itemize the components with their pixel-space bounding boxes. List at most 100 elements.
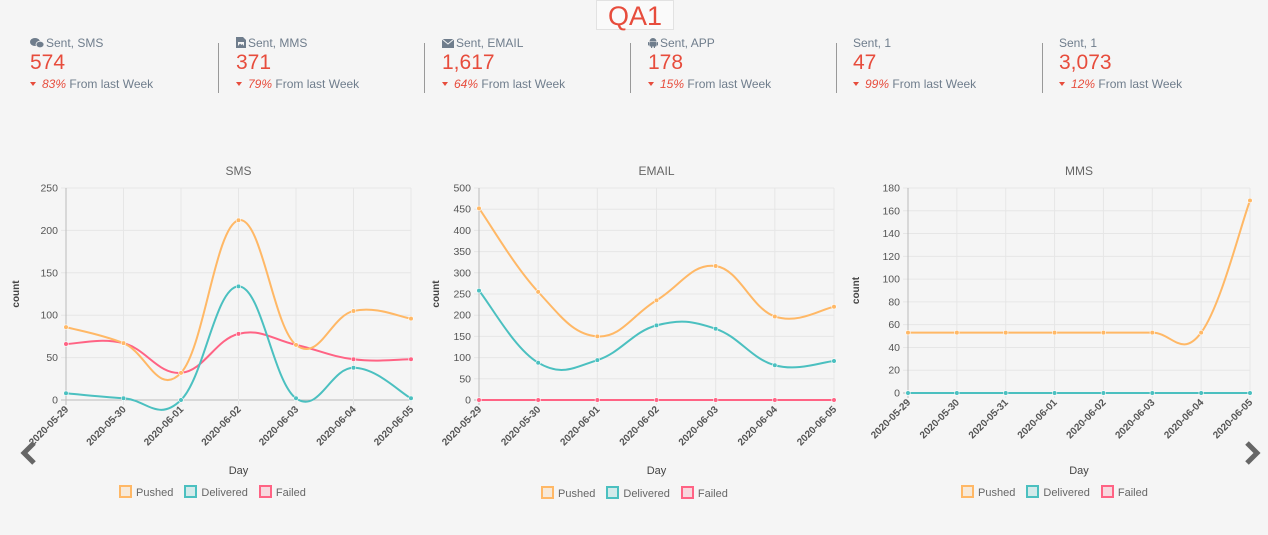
legend-item-delivered[interactable]: Delivered [606, 486, 670, 500]
data-point[interactable] [594, 397, 600, 403]
data-point[interactable] [1051, 330, 1058, 336]
data-point[interactable] [713, 263, 719, 269]
data-point[interactable] [408, 356, 414, 362]
data-point[interactable] [476, 288, 482, 294]
data-point[interactable] [235, 331, 242, 337]
data-point[interactable] [1100, 390, 1107, 396]
y-tick-label: 60 [888, 319, 900, 331]
data-point[interactable] [772, 397, 778, 403]
stat-email: Sent, EMAIL 1,617 64% From last Week [441, 36, 632, 96]
caret-down-icon [648, 82, 654, 86]
file-image-icon [236, 37, 246, 48]
x-tick-label: 2020-05-30 [918, 397, 962, 441]
caret-down-icon [853, 82, 859, 86]
legend-label: Failed [1117, 487, 1148, 499]
data-point[interactable] [954, 390, 960, 396]
data-point[interactable] [905, 390, 911, 396]
data-point[interactable] [63, 324, 69, 330]
data-point[interactable] [1003, 330, 1009, 336]
data-point[interactable] [293, 342, 299, 348]
data-point[interactable] [350, 308, 357, 314]
legend-item-pushed[interactable]: Pushed [961, 485, 1015, 499]
data-point[interactable] [772, 362, 778, 368]
stat-1b: Sent, 1 3,073 12% From last Week [1059, 36, 1249, 96]
data-point[interactable] [905, 330, 911, 336]
legend-item-failed[interactable]: Failed [258, 485, 306, 499]
data-point[interactable] [476, 205, 482, 211]
data-point[interactable] [831, 304, 837, 310]
x-axis-label: Day [647, 465, 667, 477]
y-axis-label: count [11, 280, 22, 308]
data-point[interactable] [293, 395, 299, 401]
data-point[interactable] [831, 397, 837, 403]
data-point[interactable] [63, 390, 69, 396]
legend-item-delivered[interactable]: Delivered [184, 485, 248, 499]
data-point[interactable] [772, 313, 778, 320]
data-point[interactable] [594, 333, 600, 339]
legend-swatch [606, 486, 620, 499]
chart-title: SMS [225, 164, 251, 178]
data-point[interactable] [535, 397, 541, 403]
data-point[interactable] [713, 397, 719, 403]
data-point[interactable] [831, 358, 837, 364]
data-point[interactable] [350, 356, 357, 362]
y-tick-label: 200 [453, 310, 471, 322]
data-point[interactable] [1003, 390, 1009, 396]
stat-change-text: From last Week [1098, 77, 1183, 91]
x-tick-label: 2020-06-05 [1211, 397, 1255, 441]
carousel-next-icon[interactable] [1241, 441, 1261, 465]
carousel-prev-icon[interactable] [20, 441, 40, 465]
caret-down-icon [236, 82, 242, 86]
data-point[interactable] [535, 360, 541, 366]
data-point[interactable] [350, 365, 357, 371]
data-point[interactable] [954, 330, 960, 336]
stat-label-text: Sent, SMS [46, 36, 104, 50]
data-point[interactable] [653, 397, 660, 403]
data-point[interactable] [1149, 330, 1155, 336]
legend-swatch [961, 485, 974, 498]
y-tick-label: 250 [453, 289, 471, 301]
y-tick-label: 100 [882, 274, 900, 286]
y-tick-label: 400 [453, 225, 471, 237]
data-point[interactable] [120, 340, 127, 346]
data-point[interactable] [476, 397, 482, 403]
legend-item-pushed[interactable]: Pushed [541, 486, 595, 500]
y-tick-label: 20 [888, 365, 900, 377]
stat-change-pct: 83% [42, 77, 67, 91]
data-point[interactable] [1198, 330, 1204, 336]
legend-item-delivered[interactable]: Delivered [1026, 485, 1090, 499]
divider [218, 43, 219, 93]
data-point[interactable] [653, 322, 660, 328]
y-axis-label: count [431, 280, 442, 308]
data-point[interactable] [1100, 330, 1107, 336]
legend-item-failed[interactable]: Failed [680, 486, 728, 500]
data-point[interactable] [1198, 390, 1204, 396]
data-point[interactable] [178, 370, 184, 376]
legend-swatch [1100, 485, 1114, 498]
legend-item-failed[interactable]: Failed [1100, 485, 1148, 499]
data-point[interactable] [235, 283, 242, 289]
data-point[interactable] [1247, 390, 1253, 396]
data-point[interactable] [653, 297, 660, 303]
data-point[interactable] [1149, 390, 1155, 396]
x-tick-label: 2020-06-02 [618, 404, 662, 448]
data-point[interactable] [594, 357, 600, 363]
data-point[interactable] [1247, 197, 1253, 204]
data-point[interactable] [1051, 390, 1058, 396]
legend-item-pushed[interactable]: Pushed [119, 485, 173, 499]
stat-label-text: Sent, 1 [853, 36, 892, 50]
data-point[interactable] [63, 341, 69, 347]
y-tick-label: 100 [40, 310, 58, 322]
caret-down-icon [442, 82, 448, 86]
data-point[interactable] [408, 315, 414, 322]
data-point[interactable] [178, 397, 184, 403]
data-point[interactable] [408, 395, 414, 401]
legend-label: Delivered [1043, 487, 1090, 499]
data-point[interactable] [535, 289, 541, 295]
stat-app: Sent, APP 178 15% From last Week [648, 36, 838, 96]
legend-swatch [1026, 485, 1040, 498]
data-point[interactable] [120, 395, 127, 401]
data-point[interactable] [235, 217, 242, 223]
data-point[interactable] [713, 326, 719, 332]
divider [424, 43, 425, 93]
